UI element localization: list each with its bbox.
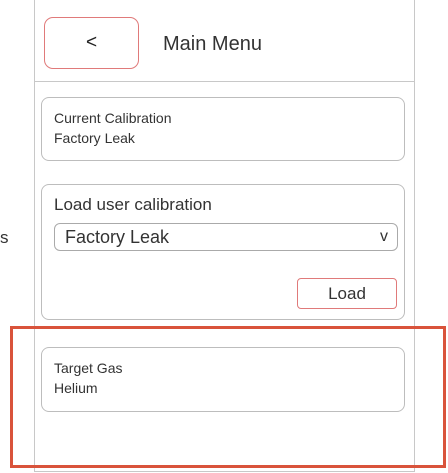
page-title: Main Menu bbox=[163, 33, 262, 55]
device-panel: < Main Menu Current Calibration Factory … bbox=[34, 0, 415, 472]
target-gas-value: Helium bbox=[54, 380, 98, 396]
stray-text-fragment: s bbox=[0, 228, 9, 247]
load-user-calibration-card: Load user calibration Factory Leak v Loa… bbox=[41, 184, 405, 320]
current-calibration-value: Factory Leak bbox=[54, 130, 135, 146]
target-gas-label: Target Gas bbox=[54, 360, 123, 376]
load-button[interactable]: Load bbox=[297, 278, 397, 309]
chevron-down-icon: v bbox=[380, 228, 388, 245]
calibration-select-value: Factory Leak bbox=[65, 227, 170, 247]
target-gas-card[interactable]: Target Gas Helium bbox=[41, 347, 405, 412]
current-calibration-label: Current Calibration bbox=[54, 110, 172, 126]
header-bar: < Main Menu bbox=[35, 0, 414, 82]
calibration-select[interactable]: Factory Leak v bbox=[54, 223, 398, 251]
back-button[interactable]: < bbox=[44, 17, 139, 69]
load-user-calibration-title: Load user calibration bbox=[54, 195, 212, 214]
current-calibration-card: Current Calibration Factory Leak bbox=[41, 97, 405, 161]
screen: s < Main Menu Current Calibration Factor… bbox=[0, 0, 448, 473]
